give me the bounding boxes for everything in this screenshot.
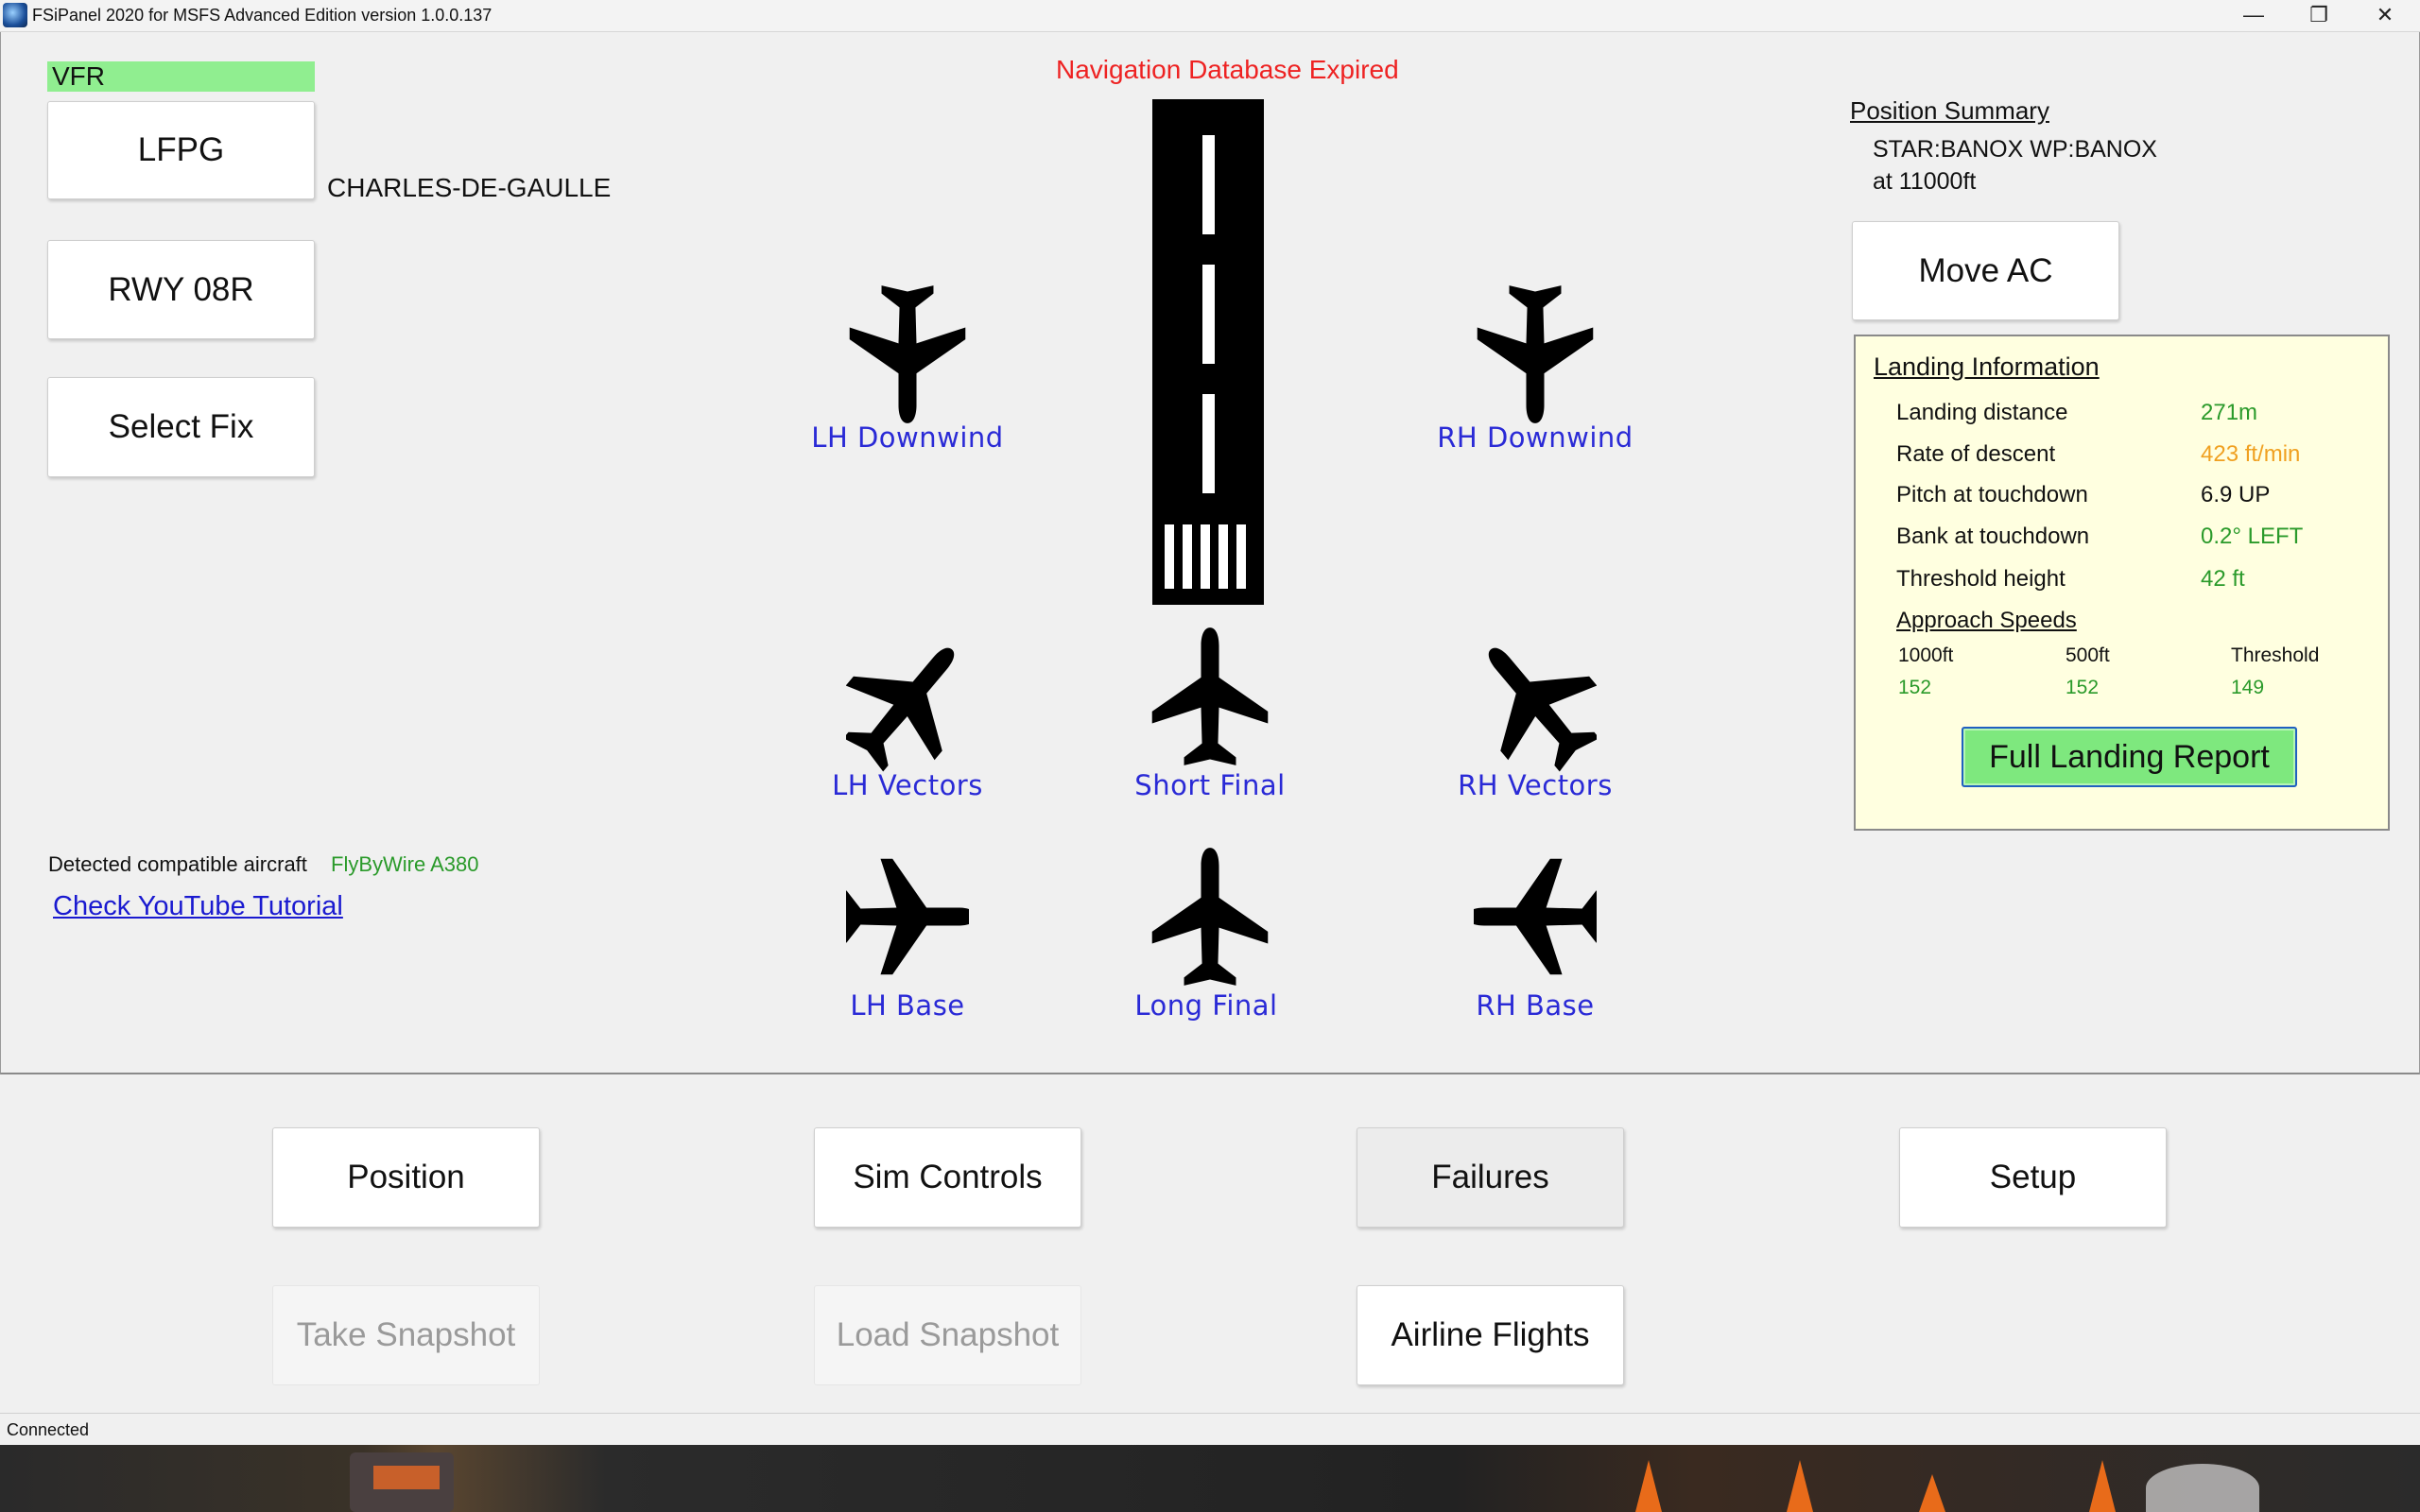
background-photo	[0, 1445, 2420, 1512]
lh-base-button[interactable]: LH Base	[832, 846, 983, 1025]
runway-graphic	[1152, 99, 1264, 605]
position-button[interactable]: Position	[272, 1127, 540, 1228]
plane-icon	[846, 858, 969, 975]
airline-flights-button[interactable]: Airline Flights	[1357, 1285, 1624, 1385]
pitch-touchdown-label: Pitch at touchdown	[1896, 482, 2088, 507]
long-final-button[interactable]: Long Final	[1134, 846, 1286, 1025]
landing-distance-value: 271m	[2201, 400, 2258, 425]
short-final-button[interactable]: Short Final	[1134, 626, 1286, 806]
plane-icon	[1151, 627, 1269, 765]
nav-database-warning: Navigation Database Expired	[1056, 55, 1399, 84]
plane-icon	[1151, 848, 1269, 986]
rh-base-label: RH Base	[1476, 989, 1595, 1022]
rh-downwind-label: RH Downwind	[1437, 421, 1634, 454]
airport-button[interactable]: LFPG	[47, 101, 315, 199]
plane-icon	[849, 285, 966, 423]
rh-downwind-button[interactable]: RH Downwind	[1437, 284, 1633, 458]
bank-touchdown-label: Bank at touchdown	[1896, 524, 2090, 549]
rh-vectors-label: RH Vectors	[1458, 769, 1613, 801]
speed-header-1000ft: 1000ft	[1898, 644, 1954, 666]
connection-status: Connected	[7, 1420, 90, 1439]
app-icon	[3, 3, 27, 27]
lh-vectors-label: LH Vectors	[832, 769, 983, 801]
flight-rules-badge: VFR	[47, 61, 315, 92]
rate-of-descent-label: Rate of descent	[1896, 441, 2056, 467]
close-icon[interactable]: ✕	[2352, 0, 2418, 32]
status-bar: Connected	[0, 1413, 2420, 1445]
airport-name: CHARLES-DE-GAULLE	[327, 173, 612, 202]
rate-of-descent-value: 423 ft/min	[2201, 441, 2301, 467]
window-title: FSiPanel 2020 for MSFS Advanced Edition …	[32, 6, 493, 25]
position-summary-line1: STAR:BANOX WP:BANOX	[1873, 136, 2157, 163]
runway-button[interactable]: RWY 08R	[47, 240, 315, 339]
setup-button[interactable]: Setup	[1899, 1127, 2167, 1228]
full-landing-report-button[interactable]: Full Landing Report	[1962, 727, 2297, 787]
landing-distance-label: Landing distance	[1896, 400, 2068, 425]
speed-header-threshold: Threshold	[2231, 644, 2320, 666]
threshold-height-value: 42 ft	[2201, 566, 2245, 592]
take-snapshot-button[interactable]: Take Snapshot	[272, 1285, 540, 1385]
failures-button[interactable]: Failures	[1357, 1127, 1624, 1228]
aircraft-value: FlyByWire A380	[331, 852, 479, 876]
threshold-height-label: Threshold height	[1896, 566, 2066, 592]
long-final-label: Long Final	[1134, 989, 1278, 1022]
rh-vectors-button[interactable]: RH Vectors	[1458, 631, 1612, 806]
lh-base-label: LH Base	[850, 989, 965, 1022]
plane-icon	[1477, 285, 1594, 423]
load-snapshot-button[interactable]: Load Snapshot	[814, 1285, 1081, 1385]
speed-value-500ft: 152	[2066, 677, 2100, 698]
pitch-touchdown-value: 6.9 UP	[2201, 482, 2271, 507]
aircraft-label: Detected compatible aircraft	[48, 852, 307, 876]
position-summary-line2: at 11000ft	[1873, 168, 1977, 195]
youtube-tutorial-link[interactable]: Check YouTube Tutorial	[53, 891, 343, 922]
landing-info-title: Landing Information	[1874, 352, 2100, 381]
move-ac-button[interactable]: Move AC	[1852, 221, 2119, 320]
restore-icon[interactable]: ❐	[2286, 0, 2352, 32]
title-bar: FSiPanel 2020 for MSFS Advanced Edition …	[0, 0, 2420, 32]
lh-vectors-button[interactable]: LH Vectors	[832, 631, 983, 806]
lh-downwind-button[interactable]: LH Downwind	[811, 284, 1003, 458]
rh-base-button[interactable]: RH Base	[1460, 846, 1611, 1025]
select-fix-button[interactable]: Select Fix	[47, 377, 315, 477]
bank-touchdown-value: 0.2° LEFT	[2201, 524, 2304, 549]
minimize-icon[interactable]: —	[2221, 0, 2287, 32]
position-summary-title: Position Summary	[1850, 96, 2049, 125]
plane-icon	[1474, 858, 1597, 975]
plane-icon	[1474, 631, 1597, 773]
speed-header-500ft: 500ft	[2066, 644, 2110, 666]
lh-downwind-label: LH Downwind	[811, 421, 1004, 454]
speed-value-1000ft: 152	[1898, 677, 1932, 698]
landing-information-panel: Landing Information Landing distance 271…	[1854, 335, 2390, 831]
sim-controls-button[interactable]: Sim Controls	[814, 1127, 1081, 1228]
plane-icon	[846, 631, 969, 773]
short-final-label: Short Final	[1134, 769, 1286, 801]
approach-speeds-title: Approach Speeds	[1896, 608, 2077, 633]
speed-value-threshold: 149	[2231, 677, 2265, 698]
